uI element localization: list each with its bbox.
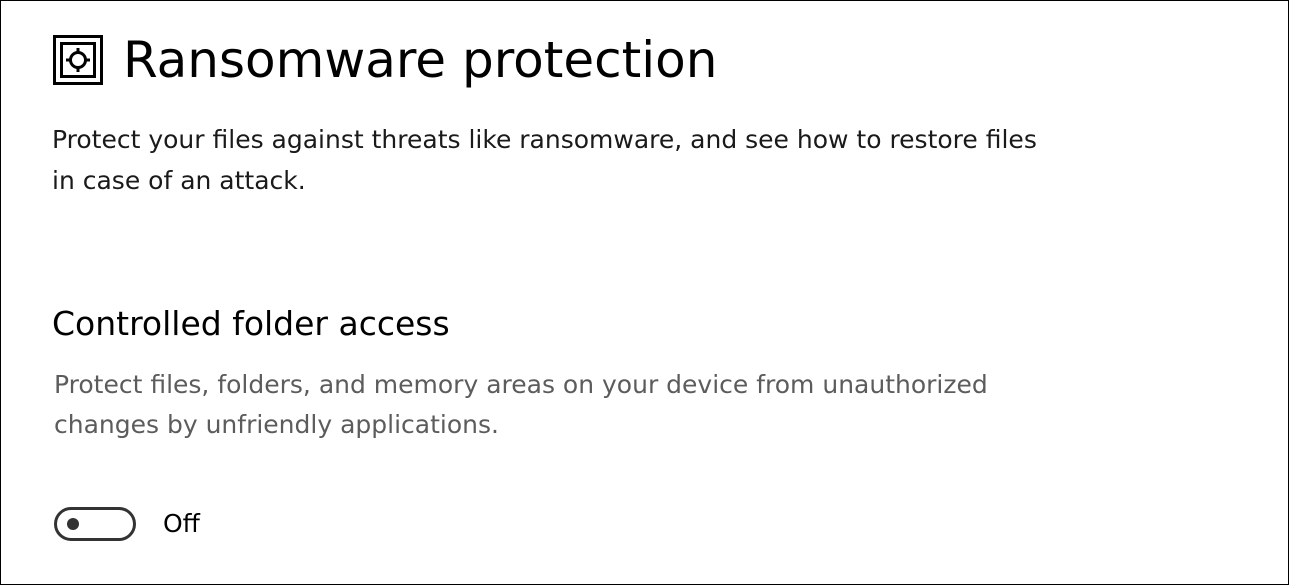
toggle-state-label: Off: [163, 509, 200, 538]
controlled-folder-access-title: Controlled folder access: [52, 304, 450, 343]
controlled-folder-access-toggle-row: Off: [54, 504, 200, 544]
toggle-knob: [67, 518, 79, 530]
ransomware-protection-panel: Ransomware protection Protect your files…: [0, 0, 1289, 585]
controlled-folder-access-toggle[interactable]: [54, 507, 136, 541]
page-description: Protect your files against threats like …: [52, 125, 1037, 195]
controlled-folder-access-description: Protect files, folders, and memory areas…: [54, 370, 988, 439]
page-title: Ransomware protection: [123, 31, 718, 89]
ransomware-protection-icon: [53, 35, 103, 85]
page-header: Ransomware protection: [53, 29, 717, 91]
